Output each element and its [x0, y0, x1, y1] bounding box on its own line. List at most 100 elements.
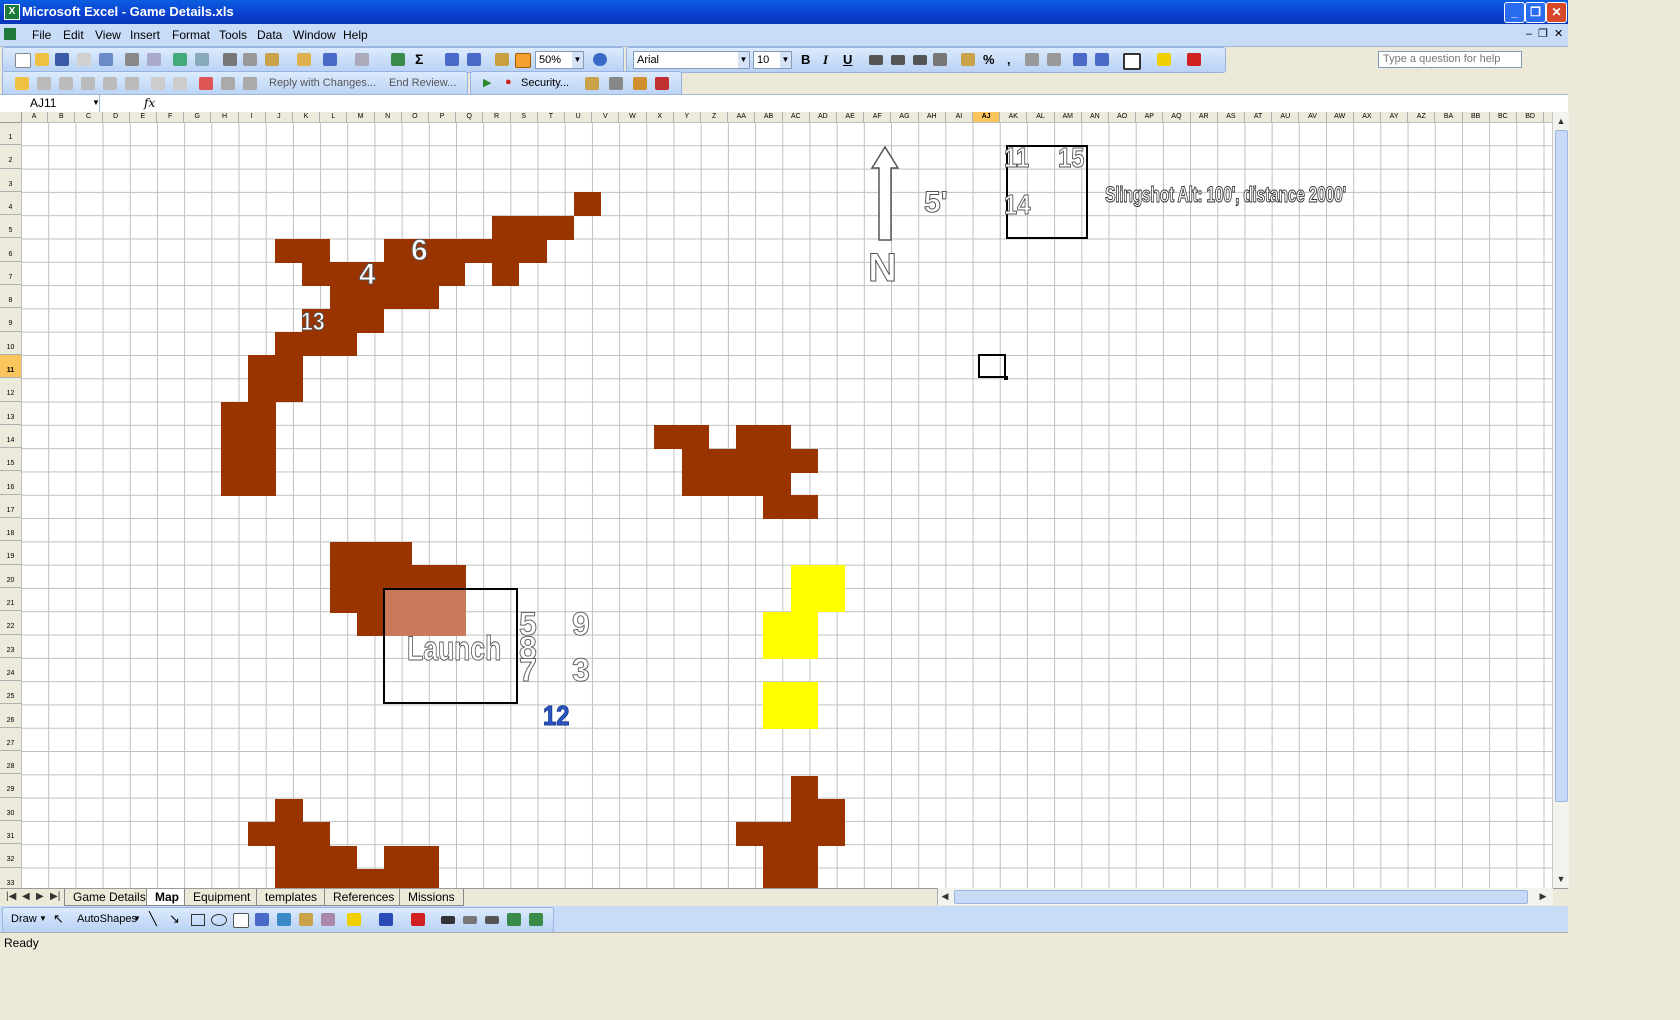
currency-icon[interactable]	[961, 53, 975, 66]
font-color-icon[interactable]	[1187, 53, 1201, 66]
wordart-icon[interactable]	[255, 913, 269, 926]
zoom-select[interactable]: 50% ▼	[535, 51, 584, 69]
column-header[interactable]: X	[647, 112, 674, 122]
menu-edit[interactable]: Edit	[63, 28, 84, 42]
column-header[interactable]: K	[293, 112, 321, 122]
doc-close-icon[interactable]: ✕	[1554, 27, 1563, 40]
column-header[interactable]: J	[266, 112, 293, 122]
row-header[interactable]: 23	[0, 635, 21, 658]
fill-handle[interactable]	[1004, 376, 1008, 380]
vertical-scrollbar[interactable]: ▲ ▼	[1552, 112, 1569, 888]
oval-icon[interactable]	[211, 914, 227, 926]
doc-restore-icon[interactable]: ❐	[1538, 27, 1548, 40]
row-header[interactable]: 10	[0, 332, 21, 355]
control-toolbox-icon[interactable]	[609, 77, 623, 90]
column-header[interactable]: AM	[1055, 112, 1082, 122]
review-icon[interactable]	[81, 77, 95, 90]
undo-icon[interactable]	[323, 53, 337, 66]
document-icon[interactable]	[4, 28, 16, 40]
arrow-style-icon[interactable]	[485, 916, 499, 924]
align-center-icon[interactable]	[891, 55, 905, 65]
horizontal-scroll-thumb[interactable]	[954, 890, 1528, 904]
script-editor-icon[interactable]	[655, 77, 669, 90]
row-header[interactable]: 3	[0, 169, 21, 192]
excel-app-icon[interactable]: X	[4, 4, 20, 20]
next-sheet-icon[interactable]: ▶	[36, 891, 44, 902]
menu-data[interactable]: Data	[257, 28, 282, 42]
sort-descending-icon[interactable]	[467, 53, 481, 66]
row-header[interactable]: 13	[0, 402, 21, 425]
column-header[interactable]: AR	[1191, 112, 1218, 122]
rectangle-icon[interactable]	[191, 914, 205, 926]
review-icon[interactable]	[221, 77, 235, 90]
column-header[interactable]: AZ	[1408, 112, 1436, 122]
active-cell[interactable]	[978, 354, 1006, 378]
line-icon[interactable]: ╲	[149, 911, 157, 927]
row-header[interactable]: 14	[0, 425, 21, 449]
tab-map[interactable]: Map	[146, 889, 188, 906]
scroll-left-icon[interactable]: ◀	[938, 889, 952, 903]
comment-icon[interactable]	[151, 77, 165, 90]
column-header[interactable]: AG	[891, 112, 919, 122]
row-header[interactable]: 29	[0, 774, 21, 798]
spelling-icon[interactable]	[173, 53, 187, 66]
column-header[interactable]: AK	[1000, 112, 1028, 122]
first-sheet-icon[interactable]: |◀	[6, 891, 16, 902]
review-icon[interactable]	[243, 77, 257, 90]
row-header[interactable]: 2	[0, 145, 21, 169]
column-header[interactable]: AX	[1354, 112, 1381, 122]
column-header[interactable]: B	[48, 112, 76, 122]
open-icon[interactable]	[35, 53, 49, 66]
column-header[interactable]: AW	[1327, 112, 1354, 122]
textbox-icon[interactable]	[233, 913, 249, 928]
column-header[interactable]: E	[130, 112, 157, 122]
picture-icon[interactable]	[321, 913, 335, 926]
column-header[interactable]: V	[592, 112, 620, 122]
select-all-button[interactable]	[0, 112, 22, 123]
paste-icon[interactable]	[265, 53, 279, 66]
fill-color-icon[interactable]	[347, 913, 361, 926]
column-header[interactable]: A	[21, 112, 49, 122]
column-header[interactable]: AJ	[973, 112, 1001, 122]
merge-center-icon[interactable]	[933, 53, 947, 66]
column-header[interactable]: AQ	[1163, 112, 1191, 122]
row-header[interactable]: 4	[0, 192, 21, 216]
scroll-down-icon[interactable]: ▼	[1554, 872, 1568, 886]
column-header[interactable]: BA	[1435, 112, 1463, 122]
decrease-indent-icon[interactable]	[1073, 53, 1087, 66]
column-header[interactable]: AY	[1381, 112, 1409, 122]
doc-minimize-icon[interactable]: –	[1526, 28, 1532, 40]
menu-tools[interactable]: Tools	[219, 28, 247, 42]
row-header[interactable]: 20	[0, 565, 21, 588]
column-header[interactable]: U	[565, 112, 593, 122]
new-icon[interactable]	[15, 53, 31, 68]
column-header[interactable]: Q	[456, 112, 484, 122]
column-header[interactable]: AT	[1245, 112, 1273, 122]
review-icon[interactable]	[103, 77, 117, 90]
prev-sheet-icon[interactable]: ◀	[22, 891, 30, 902]
font-size-select[interactable]: 10 ▼	[753, 51, 792, 69]
row-header[interactable]: 12	[0, 378, 21, 402]
column-header[interactable]: N	[375, 112, 402, 122]
email-icon[interactable]	[99, 53, 113, 66]
reply-with-changes-button[interactable]: Reply with Changes...	[269, 77, 376, 89]
horizontal-scrollbar[interactable]: ◀ ▶	[937, 888, 1553, 905]
3d-style-icon[interactable]	[529, 913, 543, 926]
menu-format[interactable]: Format	[172, 28, 210, 42]
vertical-scroll-thumb[interactable]	[1555, 130, 1568, 802]
column-header[interactable]: AD	[810, 112, 837, 122]
row-header[interactable]: 8	[0, 285, 21, 309]
last-sheet-icon[interactable]: ▶|	[50, 891, 60, 902]
column-header[interactable]: S	[511, 112, 538, 122]
column-header[interactable]: AE	[837, 112, 865, 122]
row-header[interactable]: 15	[0, 448, 21, 472]
permission-icon[interactable]	[77, 53, 91, 66]
menu-file[interactable]: File	[32, 28, 51, 42]
align-left-icon[interactable]	[869, 55, 883, 65]
column-header[interactable]: C	[75, 112, 103, 122]
menu-window[interactable]: Window	[293, 28, 336, 42]
column-header[interactable]: L	[320, 112, 348, 122]
tab-templates[interactable]: templates	[256, 889, 327, 906]
percent-button[interactable]: %	[983, 52, 995, 67]
column-header[interactable]: I	[239, 112, 266, 122]
